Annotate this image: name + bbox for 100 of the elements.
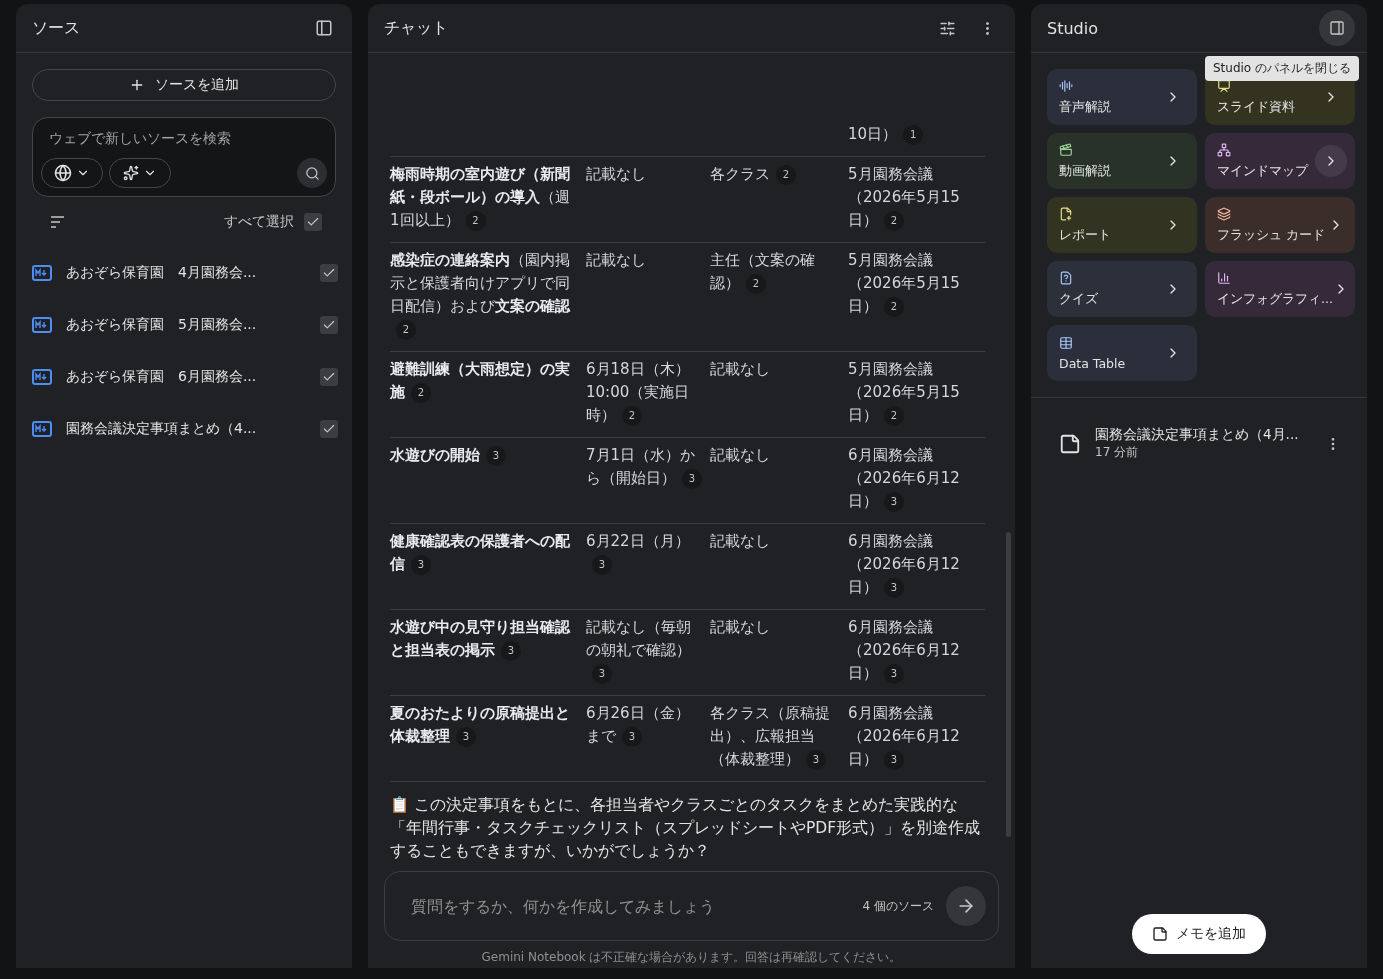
studio-card[interactable]: 音声解説 bbox=[1047, 69, 1197, 125]
source-count: 4 個のソース bbox=[862, 897, 934, 915]
markdown-file-icon bbox=[32, 265, 52, 281]
table-cell-text: 各クラス（原稿提出）、広報担当（体裁整理） 3 bbox=[710, 703, 831, 771]
source-checkbox[interactable] bbox=[320, 368, 338, 386]
table-cell-text: 主任（文案の確認） 2 bbox=[710, 250, 816, 296]
message-text: 📋 この決定事項をもとに、各担当者やクラスごとのタスクをまとめた実践的な「年間行事・タスクチェックリスト（スプレッドシートやPDF形式）」を別途作成することもできますが、いかがでしょうか？ bbox=[390, 795, 982, 862]
table-cell: 記載なし（毎朝の朝礼で確認） 3 bbox=[586, 616, 710, 685]
table-cell-text: 記載なし bbox=[710, 445, 771, 466]
citation-badge[interactable]: 3 bbox=[486, 445, 506, 466]
note-time: 17 分前 bbox=[1095, 444, 1140, 461]
disclaimer-text: Gemini Notebook は不正確な場合があります。回答は再確認してください。 bbox=[480, 949, 903, 966]
table-cell-text: 梅雨時期の室内遊び（新聞紙・段ボール）の導入（週1回以上） 2 bbox=[390, 164, 571, 232]
citation-badge[interactable]: 3 bbox=[884, 491, 904, 512]
table-cell-text: 夏のおたよりの原稿提出と体裁整理 3 bbox=[390, 703, 571, 749]
table-cell-text: 健康確認表の保護者への配信 3 bbox=[390, 531, 571, 577]
scrollbar[interactable] bbox=[1006, 532, 1011, 837]
card-icon bbox=[1059, 335, 1073, 350]
citation-badge[interactable]: 3 bbox=[411, 554, 431, 575]
citation-badge[interactable]: 3 bbox=[884, 749, 904, 770]
citation-badge[interactable]: 2 bbox=[884, 296, 904, 317]
check-icon bbox=[322, 370, 336, 384]
citation-badge[interactable]: 1 bbox=[903, 124, 924, 145]
citation-badge[interactable]: 2 bbox=[622, 405, 642, 426]
source-title[interactable]: あおぞら保育園 5月園務会... bbox=[66, 316, 306, 334]
citation-badge[interactable]: 3 bbox=[501, 640, 521, 661]
markdown-file-icon bbox=[32, 317, 52, 333]
add-note-button[interactable]: メモを追加 bbox=[1132, 914, 1266, 954]
table-cell-text: 5月園務会議（2026年5月15日） 2 bbox=[848, 164, 961, 232]
card-icon bbox=[1059, 206, 1073, 221]
card-icon bbox=[1059, 270, 1073, 285]
search-icon[interactable] bbox=[297, 158, 327, 188]
citation-badge[interactable]: 2 bbox=[465, 210, 486, 231]
citation-badge[interactable]: 3 bbox=[884, 577, 904, 598]
citation-badge[interactable]: 2 bbox=[396, 319, 416, 340]
citation-badge[interactable]: 2 bbox=[776, 164, 796, 185]
card-icon bbox=[1059, 78, 1073, 93]
card-icon bbox=[1059, 142, 1073, 157]
studio-card[interactable]: クイズ bbox=[1047, 261, 1197, 317]
citation-badge[interactable]: 2 bbox=[411, 382, 431, 403]
studio-card[interactable]: インフォグラフィ... bbox=[1205, 261, 1355, 317]
table-cell-text: 6月園務会議（2026年6月12日） 3 bbox=[848, 531, 961, 599]
source-checkbox[interactable] bbox=[320, 420, 338, 438]
source-checkbox[interactable] bbox=[320, 264, 338, 282]
check-icon bbox=[322, 422, 336, 436]
table-cell: 水遊びの開始 3 bbox=[390, 444, 586, 513]
studio-card[interactable]: フラッシュ カード bbox=[1205, 197, 1355, 253]
studio-card[interactable]: Data Table bbox=[1047, 325, 1197, 381]
check-icon bbox=[306, 215, 320, 229]
select-all-label: すべて選択 bbox=[224, 213, 294, 231]
sort-icon[interactable] bbox=[50, 216, 66, 228]
sparkle-icon bbox=[123, 165, 139, 181]
citation-badge[interactable]: 3 bbox=[682, 468, 702, 489]
markdown-file-icon bbox=[32, 421, 52, 437]
table-cell-text: 記載なし bbox=[586, 250, 647, 271]
citation-badge[interactable]: 3 bbox=[592, 663, 612, 684]
source-title[interactable]: 園務会議決定事項まとめ（4... bbox=[66, 420, 306, 438]
card-icon bbox=[1217, 142, 1231, 157]
source-title[interactable]: あおぞら保育園 6月園務会... bbox=[66, 368, 306, 386]
markdown-file-icon bbox=[32, 369, 52, 385]
citation-badge[interactable]: 3 bbox=[592, 554, 612, 575]
studio-card[interactable]: レポート bbox=[1047, 197, 1197, 253]
citation-badge[interactable]: 3 bbox=[806, 749, 826, 770]
table-cell-text: 5月園務会議（2026年5月15日） 2 bbox=[848, 250, 961, 319]
table-cell-text: 6月園務会議（2026年6月12日） 3 bbox=[848, 445, 961, 513]
citation-badge[interactable]: 3 bbox=[884, 663, 904, 684]
globe-icon bbox=[54, 164, 72, 182]
studio-card[interactable]: マインドマップ bbox=[1205, 133, 1355, 189]
table-cell-text: 6月18日（木）10:00（実施日時） 2 bbox=[586, 359, 691, 427]
select-all-checkbox[interactable] bbox=[304, 213, 322, 231]
note-title[interactable]: 園務会議決定事項まとめ（4月... bbox=[1095, 426, 1303, 444]
search-field[interactable]: ウェブで新しいソースを検索 bbox=[41, 130, 327, 146]
source-title[interactable]: あおぞら保育園 4月園務会... bbox=[66, 264, 306, 282]
panel-title: チャット bbox=[384, 17, 448, 39]
table-cell-text: 記載なし bbox=[710, 617, 771, 638]
citation-badge[interactable]: 2 bbox=[746, 273, 766, 294]
citation-badge[interactable]: 3 bbox=[622, 726, 642, 747]
tooltip: Studio のパネルを閉じる bbox=[1204, 56, 1359, 81]
table-cell-text: 5月園務会議（2026年5月15日） 2 bbox=[848, 359, 961, 427]
note-icon bbox=[1152, 926, 1168, 942]
source-checkbox[interactable] bbox=[320, 316, 338, 334]
table-cell-text: 避難訓練（大雨想定）の実施 2 bbox=[390, 359, 571, 405]
citation-badge[interactable]: 3 bbox=[456, 726, 476, 747]
citation-badge[interactable]: 2 bbox=[884, 405, 904, 426]
panel-title: Studio bbox=[1047, 18, 1098, 38]
panel-title: ソース bbox=[32, 17, 80, 39]
table-cell: 7月1日（水）から（開始日） 3 bbox=[586, 444, 710, 513]
note-icon bbox=[1059, 432, 1081, 455]
table-cell-text: 6月26日（金）まで 3 bbox=[586, 703, 691, 749]
panel-toggle-icon[interactable] bbox=[1319, 10, 1355, 46]
check-icon bbox=[322, 266, 336, 280]
table-cell-text: 6月園務会議（2026年6月12日） 3 bbox=[848, 617, 961, 685]
table-cell-text: 6月園務会議（2026年6月12日） 3 bbox=[848, 703, 961, 771]
card-icon bbox=[1217, 206, 1231, 221]
send-button[interactable] bbox=[946, 886, 986, 926]
studio-card[interactable]: 動画解説 bbox=[1047, 133, 1197, 189]
check-icon bbox=[322, 318, 336, 332]
citation-badge[interactable]: 2 bbox=[884, 210, 904, 231]
chat-input-field[interactable]: 質問をするか、何かを作成してみましょう bbox=[409, 895, 851, 917]
table-cell-text: 記載なし bbox=[710, 531, 771, 552]
